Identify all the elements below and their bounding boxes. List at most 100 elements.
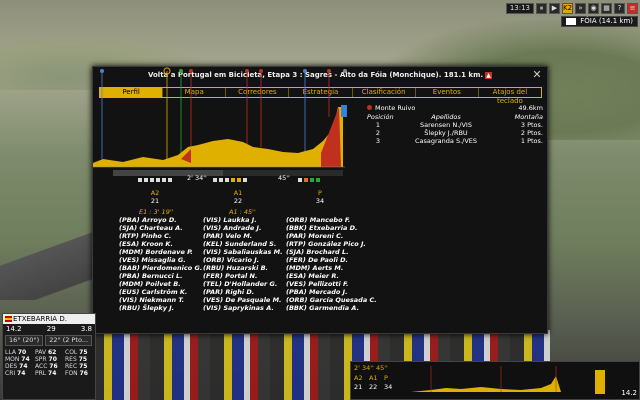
list-item[interactable]: (FER) De Paoli D. [286, 256, 377, 264]
blue-marker-icon [303, 69, 307, 73]
climb-marker-icon [245, 69, 249, 73]
list-item[interactable]: (VES) De Pasquale M. [203, 296, 283, 304]
rider-number: 29 [46, 325, 56, 333]
camera-icon[interactable]: ◉ [588, 2, 599, 14]
list-item[interactable]: (VIS) Sabaliauskas M. [203, 248, 283, 256]
list-item[interactable]: (PBA) Mercado J. [286, 288, 377, 296]
list-item[interactable]: (VIS) Laukka J. [203, 216, 283, 224]
close-button[interactable]: ✕ [531, 69, 543, 81]
climb-point-distance: 49.6km [518, 104, 543, 112]
list-item[interactable]: (RTP) González Pico J. [286, 240, 377, 248]
mini-climb-label: A1 [369, 374, 378, 382]
warning-icon: ▲ [485, 71, 493, 79]
rider-stat-a: 3.8 [80, 325, 92, 333]
location-text: FÓIA (14.1 km) [580, 17, 633, 25]
group-1-riders: (PBA) Arroyo D. (SJA) Charteau A. (RTP) Pi… [119, 216, 202, 312]
green-marker-icon [179, 69, 183, 73]
list-item[interactable]: (VIS) Saprykinas A. [203, 304, 283, 312]
climb-label: P 34 [315, 189, 325, 205]
rider-stat: RES 75 [65, 356, 88, 363]
fast-forward-button[interactable]: » [575, 2, 586, 14]
list-item[interactable]: (PAR) Moreni C. [286, 232, 377, 240]
help-icon[interactable]: ? [614, 2, 625, 14]
list-item[interactable]: (KEL) Sunderland S. [203, 240, 283, 248]
tab-eventos[interactable]: Eventos [416, 88, 479, 97]
rider-stat: FON 76 [65, 370, 88, 377]
tab-atajos[interactable]: Atajos del teclado [479, 88, 541, 105]
list-item[interactable]: (ORB) Vicario J. [203, 256, 283, 264]
climb-marker-icon [259, 69, 263, 73]
spain-flag-icon [5, 316, 12, 322]
list-item[interactable]: (ESA) Kroon K. [119, 240, 202, 248]
list-item[interactable]: (SJA) Charteau A. [119, 224, 202, 232]
list-item[interactable]: (BAB) Pierdomenico G. [119, 264, 202, 272]
climb-point-name: Monte Ruivo [375, 104, 416, 112]
temp-badge: 16° (20°) [5, 335, 44, 346]
play-button[interactable]: ▶ [549, 2, 560, 14]
list-item[interactable]: (ORB) Mancebo F. [286, 216, 377, 224]
list-item[interactable]: (VIS) Andrade J. [203, 224, 283, 232]
gap-label-1: 2' 34'' [187, 174, 207, 182]
mini-climb-num: 21 [354, 383, 363, 391]
list-item[interactable]: (SJA) Brochard L. [286, 248, 377, 256]
group-gap-label: E1 : 3' 19'' [139, 208, 174, 216]
rider-stat: LLA 70 [5, 349, 27, 356]
group-2-riders: (VIS) Laukka J. (VIS) Andrade J. (PAR) Vel… [203, 216, 283, 312]
mountain-classification: Monte Ruivo 49.6km Posición Apellidos Mont… [367, 104, 543, 164]
list-item[interactable]: (RTP) Pinho C. [119, 232, 202, 240]
finish-flag-icon [566, 18, 577, 25]
list-item[interactable]: (ESA) Meier R. [286, 272, 377, 280]
speed-toggle[interactable]: K2 [562, 2, 573, 14]
list-item[interactable]: (FER) Portal N. [203, 272, 283, 280]
list-item[interactable]: (ORB) García Quesada C. [286, 296, 377, 304]
climb-label: A2 21 [150, 189, 160, 205]
table-row: 3 Casagranda S./VES 1 Ptos. [375, 137, 543, 145]
group-3-riders: (ORB) Mancebo F. (BBK) Etxebarria D. (PAR)… [286, 216, 377, 312]
list-item[interactable]: (VES) Pellizotti F. [286, 280, 377, 288]
rider-stat: CRI 74 [5, 370, 26, 377]
rider-stat: ACC 76 [35, 363, 58, 370]
list-item[interactable]: (EUS) Carlström K. [119, 288, 202, 296]
list-item[interactable]: (BBK) Etxebarria D. [286, 224, 377, 232]
climb-point-icon [367, 105, 372, 110]
rider-speed: 14.2 [6, 325, 22, 333]
rider-stat: SPR 70 [35, 356, 57, 363]
race-clock: 13:13 [505, 2, 534, 14]
finish-climb-marker-icon [327, 69, 331, 73]
menu-icon[interactable]: ≡ [627, 2, 638, 14]
temp-badge: 22° (2 Pto... [45, 335, 93, 346]
list-item[interactable]: (BBK) Garmendia A. [286, 304, 377, 312]
rider-stat: PAV 62 [35, 349, 57, 356]
list-item[interactable]: (RBU) Huzarski B. [203, 264, 283, 272]
rider-stat: MON 74 [5, 356, 30, 363]
rider-stat: PRL 74 [35, 370, 57, 377]
list-item[interactable]: (MDM) Bordenave P. [119, 248, 202, 256]
list-item[interactable]: (TEL) D'Hollander G. [203, 280, 283, 288]
list-item[interactable]: (RBU) Šlepky J. [119, 304, 202, 312]
list-item[interactable]: (VIS) Niekmann T. [119, 296, 202, 304]
rider-stat: COL 75 [65, 349, 88, 356]
selected-rider-panel[interactable]: ETXEBARRIA D. 14.2 29 3.8 16° (20°) 22° … [2, 313, 96, 400]
list-item[interactable]: (MDM) Aerts M. [286, 264, 377, 272]
list-item[interactable]: (PBA) Arroyo D. [119, 216, 202, 224]
list-item[interactable]: (MDM) Poilvet B. [119, 280, 202, 288]
table-row: 2 Šlepky J./RBU 2 Ptos. [375, 129, 543, 137]
rider-name: ETXEBARRIA D. [13, 315, 67, 323]
rider-stat: DES 74 [5, 363, 28, 370]
mini-climb-num: 34 [384, 383, 393, 391]
view-icon[interactable]: ▦ [601, 2, 612, 14]
list-item[interactable]: (VES) Missaglia G. [119, 256, 202, 264]
mini-climb-label: P [384, 374, 388, 382]
classification-header: Posición Apellidos Montaña [367, 113, 543, 121]
climb-label: A1 22 [233, 189, 243, 205]
tab-clasificacion[interactable]: Clasificación [353, 88, 416, 97]
mini-profile[interactable]: 2' 34'' 45'' A2 A1 P 21 22 34 14.2 [350, 361, 640, 400]
mini-gap-label: 45'' [376, 364, 388, 372]
finish-marker-icon [343, 69, 347, 73]
mini-profile-chart [411, 366, 605, 394]
stage-profile-chart[interactable] [93, 67, 361, 202]
pause-button[interactable]: ⏸ [536, 2, 547, 14]
list-item[interactable]: (PAR) Velo M. [203, 232, 283, 240]
list-item[interactable]: (PBA) Bernucci L. [119, 272, 202, 280]
list-item[interactable]: (PAR) Righi D. [203, 288, 283, 296]
